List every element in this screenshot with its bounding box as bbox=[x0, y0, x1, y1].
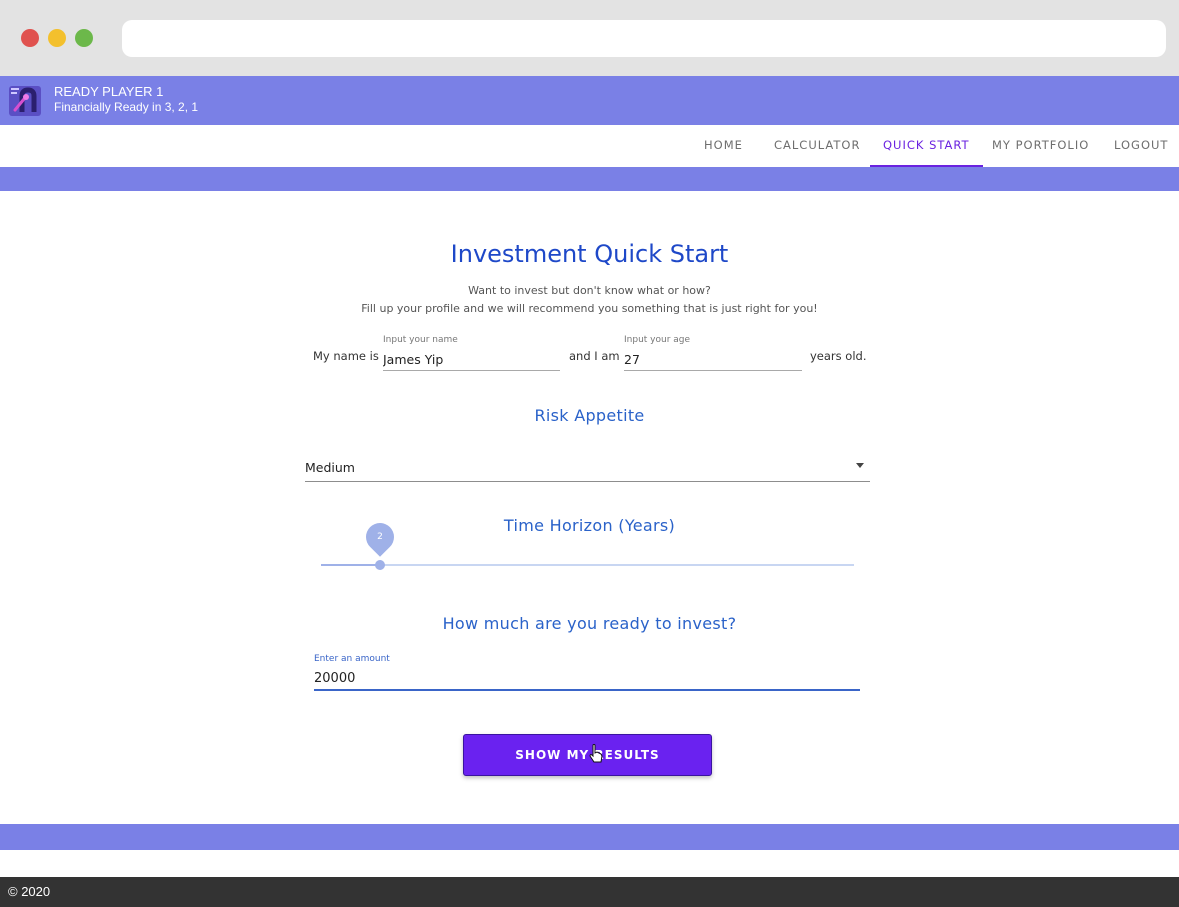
page-title: Investment Quick Start bbox=[450, 240, 729, 268]
tab-quick-start[interactable]: QUICK START bbox=[870, 125, 983, 167]
browser-chrome bbox=[0, 0, 1179, 76]
maximize-window-button[interactable] bbox=[75, 29, 93, 47]
name-prefix: My name is bbox=[313, 349, 379, 363]
time-horizon-slider[interactable]: 2 bbox=[321, 517, 854, 575]
risk-appetite-select[interactable]: Medium bbox=[305, 456, 870, 482]
tab-home[interactable]: HOME bbox=[704, 125, 743, 167]
risk-appetite-value: Medium bbox=[305, 460, 355, 475]
time-horizon-heading: Time Horizon (Years) bbox=[503, 516, 676, 535]
address-bar[interactable] bbox=[122, 20, 1166, 57]
name-input[interactable] bbox=[383, 348, 560, 371]
footer: © 2020 bbox=[0, 877, 1179, 907]
top-nav: HOME CALCULATOR QUICK START MY PORTFOLIO… bbox=[0, 125, 1179, 167]
slider-value-label: 2 bbox=[377, 532, 383, 542]
slider-track-fill bbox=[321, 564, 380, 566]
name-field-label: Input your name bbox=[383, 335, 458, 345]
minimize-window-button[interactable] bbox=[48, 29, 66, 47]
invest-amount-heading: How much are you ready to invest? bbox=[442, 614, 737, 633]
age-suffix: years old. bbox=[810, 349, 867, 363]
header-band bbox=[0, 167, 1179, 191]
app-header: READY PLAYER 1 Financially Ready in 3, 2… bbox=[0, 76, 1179, 125]
close-window-button[interactable] bbox=[21, 29, 39, 47]
slider-track[interactable] bbox=[321, 564, 854, 566]
age-input[interactable] bbox=[624, 348, 802, 371]
intro-line-2: Fill up your profile and we will recomme… bbox=[361, 302, 818, 315]
hand-cursor-icon bbox=[589, 744, 603, 763]
slider-value-indicator: 2 bbox=[360, 517, 400, 557]
footer-band bbox=[0, 824, 1179, 850]
intro-line-1: Want to invest but don't know what or ho… bbox=[468, 284, 711, 297]
app-subtitle: Financially Ready in 3, 2, 1 bbox=[54, 100, 199, 114]
chevron-down-icon bbox=[856, 463, 864, 468]
amount-field-label: Enter an amount bbox=[314, 654, 390, 664]
tab-calculator[interactable]: CALCULATOR bbox=[774, 125, 860, 167]
slider-thumb[interactable] bbox=[375, 560, 385, 570]
age-prefix: and I am bbox=[569, 349, 620, 363]
age-field-label: Input your age bbox=[624, 335, 691, 345]
tab-my-portfolio[interactable]: MY PORTFOLIO bbox=[992, 125, 1089, 167]
amount-input[interactable] bbox=[314, 667, 860, 691]
copyright-text: © 2020 bbox=[8, 884, 51, 899]
risk-appetite-heading: Risk Appetite bbox=[534, 406, 645, 425]
app-logo-icon[interactable] bbox=[8, 82, 42, 118]
tab-logout[interactable]: LOGOUT bbox=[1114, 125, 1168, 167]
app-title: READY PLAYER 1 bbox=[54, 84, 164, 99]
show-my-results-button[interactable]: SHOW MY RESULTS bbox=[463, 734, 712, 776]
